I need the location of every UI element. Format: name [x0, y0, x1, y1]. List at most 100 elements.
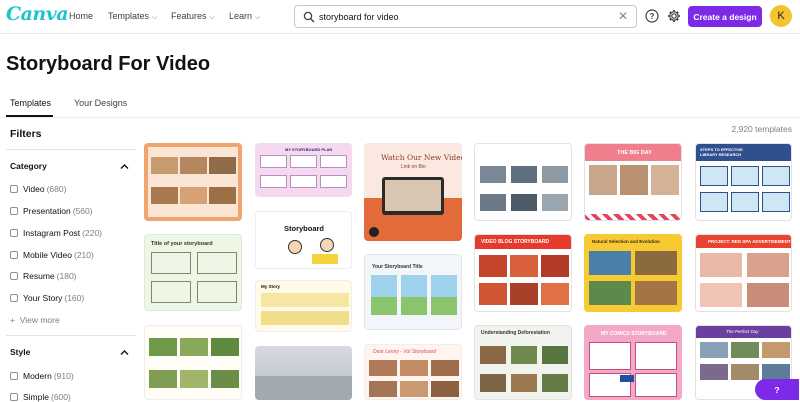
template-image	[542, 194, 568, 211]
template-frame	[290, 155, 317, 168]
template-card[interactable]: Watch Our New Video Link on Bio	[364, 143, 462, 241]
category-heading[interactable]: Category	[10, 161, 47, 171]
filter-label: Modern	[23, 371, 52, 381]
nav-templates[interactable]: Templates ⌵	[108, 11, 157, 22]
template-image	[431, 360, 459, 376]
template-card[interactable]: My Story	[255, 280, 352, 332]
template-card[interactable]: PROJECT: RED SPA ADVERTISEMENT	[695, 234, 792, 312]
template-image	[762, 364, 790, 380]
play-icon	[369, 227, 379, 237]
template-image	[510, 255, 538, 277]
chevron-down-icon: ⌵	[152, 14, 158, 21]
template-card[interactable]	[255, 346, 352, 400]
filter-label: Mobile Video	[23, 250, 72, 260]
template-title: Natural Selection and Evolution	[592, 239, 660, 244]
checkbox[interactable]	[10, 185, 18, 193]
chevron-up-icon[interactable]	[120, 162, 129, 171]
template-card[interactable]: MY STORYBOARD PLAN	[255, 143, 352, 197]
filter-label: Resume	[23, 271, 55, 281]
template-image	[180, 157, 207, 174]
template-image	[762, 342, 790, 358]
filter-mobile-video[interactable]: Mobile Video (210)	[10, 250, 94, 260]
style-heading[interactable]: Style	[10, 347, 30, 357]
filter-presentation[interactable]: Presentation (560)	[10, 206, 93, 216]
template-image	[385, 180, 441, 211]
filter-your-story[interactable]: Your Story (160)	[10, 293, 84, 303]
template-card[interactable]: Natural Selection and Evolution	[584, 234, 682, 312]
nav-learn[interactable]: Learn ⌵	[229, 11, 260, 22]
filter-label: Simple	[23, 392, 49, 402]
avatar[interactable]: K	[770, 5, 792, 27]
checkbox[interactable]	[10, 372, 18, 380]
checkbox[interactable]	[10, 229, 18, 237]
template-card[interactable]	[144, 143, 242, 221]
nav-home[interactable]: Home	[69, 11, 93, 21]
template-image	[511, 346, 537, 364]
template-card[interactable]: MY COMICS STORYBOARD	[584, 325, 682, 400]
template-card[interactable]: Title of your storyboard	[144, 234, 242, 311]
template-frame	[731, 166, 759, 186]
gear-icon[interactable]	[667, 9, 681, 23]
template-image	[288, 240, 302, 254]
template-card[interactable]: THE BIG DAY	[584, 143, 682, 221]
checkbox[interactable]	[10, 207, 18, 215]
search-input[interactable]	[319, 9, 609, 24]
template-frame	[762, 166, 790, 186]
filter-resume[interactable]: Resume (180)	[10, 271, 77, 281]
filter-count: (910)	[53, 371, 74, 381]
close-icon[interactable]: ✕	[618, 9, 628, 24]
filter-instagram-post[interactable]: Instagram Post (220)	[10, 228, 102, 238]
filter-label: Presentation	[23, 206, 71, 216]
checkbox[interactable]	[10, 272, 18, 280]
filter-label: Instagram Post	[23, 228, 81, 238]
template-image	[635, 281, 677, 305]
help-button-label: ?	[774, 384, 780, 395]
template-caption	[620, 375, 634, 382]
template-title: Understanding Deforestation	[481, 330, 550, 336]
filters-title: Filters	[10, 128, 42, 140]
template-image	[479, 283, 507, 305]
template-card[interactable]: VIDEO BLOG STORYBOARD	[474, 234, 572, 312]
template-image	[320, 238, 334, 252]
filter-video[interactable]: Video (680)	[10, 184, 66, 194]
template-image	[542, 346, 568, 364]
template-card[interactable]	[144, 325, 242, 400]
help-button[interactable]: ?	[755, 379, 799, 400]
template-image	[431, 381, 459, 397]
template-frame	[700, 166, 728, 186]
nav-features[interactable]: Features ⌵	[171, 11, 215, 22]
create-design-button[interactable]: Create a design	[688, 6, 762, 27]
template-card[interactable]: Storyboard	[255, 211, 352, 269]
checkbox[interactable]	[10, 294, 18, 302]
template-image	[480, 166, 506, 183]
filter-modern[interactable]: Modern (910)	[10, 371, 74, 381]
chevron-up-icon[interactable]	[120, 348, 129, 357]
template-card[interactable]: Dear Lenny - Vol Storyboard	[364, 344, 462, 400]
template-title: Watch Our New Video	[381, 153, 462, 162]
template-frame	[260, 155, 287, 168]
help-icon[interactable]: ?	[645, 9, 659, 23]
tab-templates[interactable]: Templates	[10, 98, 51, 108]
template-card[interactable]: STEPS TO EFFECTIVE LIBRARY RESEARCH	[695, 143, 792, 221]
template-image	[651, 165, 679, 195]
tab-your-designs[interactable]: Your Designs	[74, 98, 127, 108]
template-image	[511, 194, 537, 211]
template-title: Title of your storyboard	[151, 241, 213, 247]
canva-logo[interactable]: Canva	[6, 3, 69, 25]
template-image	[312, 254, 338, 264]
template-image	[747, 283, 789, 307]
template-image	[700, 283, 742, 307]
template-card[interactable]	[474, 143, 572, 221]
template-card[interactable]: Your Storyboard Title	[364, 254, 462, 330]
template-frame	[151, 252, 191, 274]
filter-simple[interactable]: Simple (600)	[10, 392, 71, 402]
template-card[interactable]: Understanding Deforestation	[474, 325, 572, 400]
template-image	[700, 364, 728, 380]
checkbox[interactable]	[10, 251, 18, 259]
nav-templates-label: Templates	[108, 11, 150, 21]
template-image	[510, 283, 538, 305]
filter-count: (680)	[46, 184, 67, 194]
template-image	[151, 187, 178, 204]
template-image	[151, 157, 178, 174]
view-more-link[interactable]: + View more	[10, 315, 60, 325]
